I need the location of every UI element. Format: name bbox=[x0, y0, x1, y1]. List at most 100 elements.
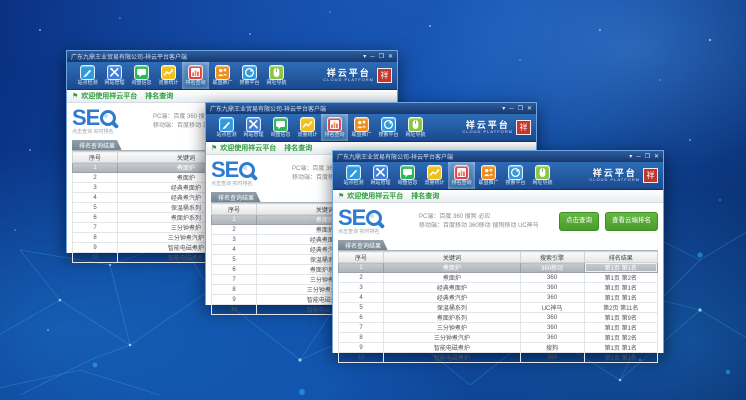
table-row[interactable]: 8三分钟煮汽炉360第1页 第2名 bbox=[339, 333, 658, 343]
section-title: 排名查询 bbox=[284, 143, 312, 153]
menu-down-button[interactable]: ▾ bbox=[502, 106, 505, 112]
toolbar-item-search-platform[interactable]: 搜索平台 bbox=[502, 162, 529, 189]
toolbar-item-url-nav[interactable]: 网址导航 bbox=[402, 114, 429, 141]
toolbar-item-search-platform[interactable]: 搜索平台 bbox=[375, 114, 402, 141]
toolbar-item-alliance-promo[interactable]: 联盟推广 bbox=[348, 114, 375, 141]
toolbar-item-traffic-stats[interactable]: 流量统计 bbox=[294, 114, 321, 141]
brand-subtitle: CLOUD PLATFORM bbox=[323, 78, 374, 82]
message-icon bbox=[134, 65, 149, 80]
toolbar-item-site-manage[interactable]: 网站管理 bbox=[240, 114, 267, 141]
maximize-button[interactable]: ❐ bbox=[379, 54, 384, 60]
toolbar-item-alliance-promo[interactable]: 联盟推广 bbox=[209, 62, 236, 89]
toolbar-item-inquiry-info[interactable]: 询盘信息 bbox=[267, 114, 294, 141]
toolbar-item-site-manage[interactable]: 网站管理 bbox=[367, 162, 394, 189]
cell-rank: 第1页 第1名 bbox=[584, 353, 657, 363]
table-row[interactable]: 3经典煮面炉360第1页 第1名 bbox=[339, 283, 658, 293]
toolbar-item-traffic-stats[interactable]: 流量统计 bbox=[421, 162, 448, 189]
toolbar-item-site-check[interactable]: 站点检测 bbox=[213, 114, 240, 141]
main-toolbar: 站点检测网站管理询盘信息流量统计排名查询联盟推广搜索平台网址导航 祥云平台 CL… bbox=[206, 114, 536, 142]
compass-icon bbox=[242, 65, 257, 80]
table-row[interactable]: 5保温桶系列UC神马第2页 第11名 bbox=[339, 303, 658, 313]
people-icon bbox=[354, 117, 369, 132]
menu-down-button[interactable]: ▾ bbox=[363, 54, 366, 60]
window-controls: ▾ ─ ❐ ✕ bbox=[363, 54, 393, 60]
cell-engine: 360 bbox=[520, 293, 584, 303]
tab-rank-results[interactable]: 排名查询结果 bbox=[338, 240, 388, 251]
cell-rank: 第2页 第11名 bbox=[584, 303, 657, 313]
cell-engine: 360 bbox=[520, 283, 584, 293]
close-button[interactable]: ✕ bbox=[527, 106, 532, 112]
engine-list: PC端：百度 360 搜狗 必应 移动端：百度移动 360移动 搜狗移动 UC神… bbox=[419, 213, 559, 231]
brand-subtitle: CLOUD PLATFORM bbox=[589, 178, 640, 182]
window-titlebar[interactable]: 广东九鼎王业贸易有限公司-祥云平台客户端 ▾ ─ ❐ ✕ bbox=[206, 103, 536, 114]
toolbar-item-label: 网站管理 bbox=[104, 81, 124, 86]
bar-chart-icon bbox=[454, 165, 469, 180]
query-button[interactable]: 点击查询 bbox=[559, 212, 599, 231]
cell-no: 6 bbox=[212, 265, 257, 275]
cell-rank: 第1页 第1名 bbox=[584, 283, 657, 293]
table-row[interactable]: 7三分钟煮炉360第1页 第1名 bbox=[339, 323, 658, 333]
toolbar-item-rank-query[interactable]: 排名查询 bbox=[182, 62, 209, 89]
cell-rank: 第1页 第1名 bbox=[584, 293, 657, 303]
seo-tagline: 点击查询 实时排名 bbox=[211, 182, 287, 187]
window-title: 广东九鼎王业贸易有限公司-祥云平台客户端 bbox=[71, 52, 363, 61]
cell-engine: 360 bbox=[520, 353, 584, 363]
table-row[interactable]: 6煮面炉系列360第1页 第9名 bbox=[339, 313, 658, 323]
window-title: 广东九鼎王业贸易有限公司-祥云平台客户端 bbox=[337, 152, 629, 161]
toolbar-item-inquiry-info[interactable]: 询盘信息 bbox=[394, 162, 421, 189]
menu-down-button[interactable]: ▾ bbox=[629, 154, 632, 160]
cell-no: 3 bbox=[339, 283, 384, 293]
cell-no: 2 bbox=[339, 273, 384, 283]
toolbar-item-inquiry-info[interactable]: 询盘信息 bbox=[128, 62, 155, 89]
compass-icon bbox=[381, 117, 396, 132]
cell-keyword: 经典煮面炉 bbox=[384, 283, 520, 293]
close-button[interactable]: ✕ bbox=[388, 54, 393, 60]
table-row[interactable]: 9智能电磁煮炉搜狗第1页 第1名 bbox=[339, 343, 658, 353]
toolbar-item-rank-query[interactable]: 排名查询 bbox=[448, 162, 475, 189]
message-icon bbox=[400, 165, 415, 180]
table-row[interactable]: 10智能电磁煮炉360第1页 第1名 bbox=[339, 353, 658, 363]
brand-badge-icon: 祥 bbox=[643, 168, 658, 183]
minimize-button[interactable]: ─ bbox=[509, 106, 513, 112]
cloud-rank-button[interactable]: 查看云端排名 bbox=[605, 212, 658, 231]
table-row[interactable]: 2煮面炉360第1页 第2名 bbox=[339, 273, 658, 283]
toolbar-item-site-check[interactable]: 站点检测 bbox=[74, 62, 101, 89]
cell-no: 3 bbox=[212, 235, 257, 245]
minimize-button[interactable]: ─ bbox=[370, 54, 374, 60]
seo-logo: SE 点击查询 实时排名 bbox=[211, 160, 287, 187]
window-titlebar[interactable]: 广东九鼎王业贸易有限公司-祥云平台客户端 ▾ ─ ❐ ✕ bbox=[333, 151, 663, 162]
column-header: 序号 bbox=[73, 152, 118, 163]
seo-header-row: SE 点击查询 实时排名 PC端：百度 360 搜狗 必应 移动端：百度移动 3… bbox=[338, 203, 658, 240]
close-button[interactable]: ✕ bbox=[654, 154, 659, 160]
toolbar-item-site-manage[interactable]: 网站管理 bbox=[101, 62, 128, 89]
cell-engine: 360 bbox=[520, 313, 584, 323]
cell-engine: 搜狗 bbox=[520, 343, 584, 353]
cell-rank: 第1页 第1名 bbox=[584, 263, 657, 273]
line-chart-icon bbox=[300, 117, 315, 132]
cell-no: 2 bbox=[212, 225, 257, 235]
toolbar-item-url-nav[interactable]: 网址导航 bbox=[529, 162, 556, 189]
tools-icon bbox=[246, 117, 261, 132]
toolbar-item-label: 询盘信息 bbox=[397, 181, 417, 186]
window-titlebar[interactable]: 广东九鼎王业贸易有限公司-祥云平台客户端 ▾ ─ ❐ ✕ bbox=[67, 51, 397, 62]
cell-no: 9 bbox=[73, 243, 118, 253]
toolbar-item-traffic-stats[interactable]: 流量统计 bbox=[155, 62, 182, 89]
maximize-button[interactable]: ❐ bbox=[645, 154, 650, 160]
toolbar-item-url-nav[interactable]: 网址导航 bbox=[263, 62, 290, 89]
cell-keyword: 保温桶系列 bbox=[384, 303, 520, 313]
minimize-button[interactable]: ─ bbox=[636, 154, 640, 160]
app-window-front: 广东九鼎王业贸易有限公司-祥云平台客户端 ▾ ─ ❐ ✕ 站点检测网站管理 询盘信… bbox=[332, 150, 664, 353]
toolbar-item-label: 网站管理 bbox=[370, 181, 390, 186]
table-row[interactable]: 1煮面炉360移动第1页 第1名 bbox=[339, 263, 658, 273]
tab-rank-results[interactable]: 排名查询结果 bbox=[72, 140, 122, 151]
cell-keyword: 智能电磁煮炉 bbox=[384, 343, 520, 353]
toolbar-item-label: 询盘信息 bbox=[131, 81, 151, 86]
toolbar-item-site-check[interactable]: 站点检测 bbox=[340, 162, 367, 189]
maximize-button[interactable]: ❐ bbox=[518, 106, 523, 112]
tab-rank-results[interactable]: 排名查询结果 bbox=[211, 192, 261, 203]
toolbar-item-search-platform[interactable]: 搜索平台 bbox=[236, 62, 263, 89]
line-chart-icon bbox=[427, 165, 442, 180]
toolbar-item-alliance-promo[interactable]: 联盟推广 bbox=[475, 162, 502, 189]
toolbar-item-rank-query[interactable]: 排名查询 bbox=[321, 114, 348, 141]
table-row[interactable]: 4经典煮汽炉360第1页 第1名 bbox=[339, 293, 658, 303]
